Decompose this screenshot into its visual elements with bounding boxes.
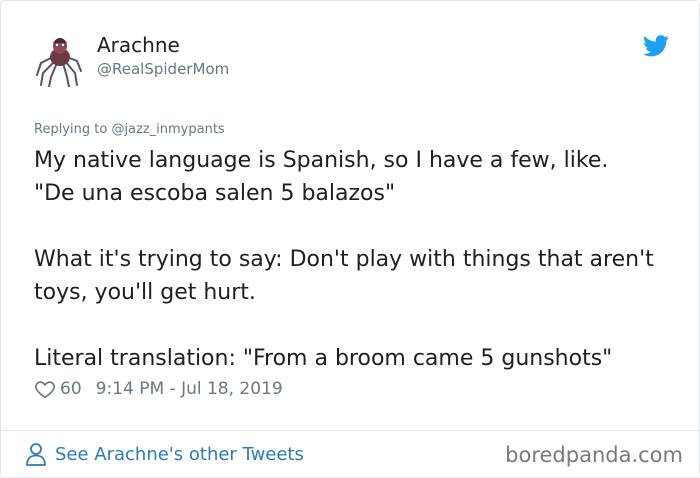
person-icon <box>26 443 46 466</box>
author-name[interactable]: Arachne <box>97 33 180 57</box>
replying-prefix: Replying to <box>34 122 108 137</box>
heart-icon[interactable] <box>34 378 56 400</box>
tweet-meta: 60 9:14 PM - Jul 18, 2019 <box>34 378 283 400</box>
tweet-timestamp[interactable]: 9:14 PM - Jul 18, 2019 <box>96 379 283 399</box>
avatar[interactable] <box>35 31 83 87</box>
see-other-tweets-link[interactable]: See Arachne's other Tweets <box>25 442 304 466</box>
author-handle[interactable]: @RealSpiderMom <box>97 60 229 78</box>
reply-mention-link[interactable]: @jazz_inmypants <box>111 122 224 137</box>
footer-divider <box>2 430 700 431</box>
tweet-text: My native language is Spanish, so I have… <box>34 148 654 371</box>
like-count: 60 <box>60 379 82 399</box>
twitter-bird-icon[interactable] <box>643 35 669 57</box>
tweet-card: Arachne @RealSpiderMom Replying to @jazz… <box>0 0 700 478</box>
see-other-tweets-label[interactable]: See Arachne's other Tweets <box>55 444 304 465</box>
replying-to: Replying to @jazz_inmypants <box>34 122 225 137</box>
watermark: boredpanda.com <box>505 443 683 467</box>
